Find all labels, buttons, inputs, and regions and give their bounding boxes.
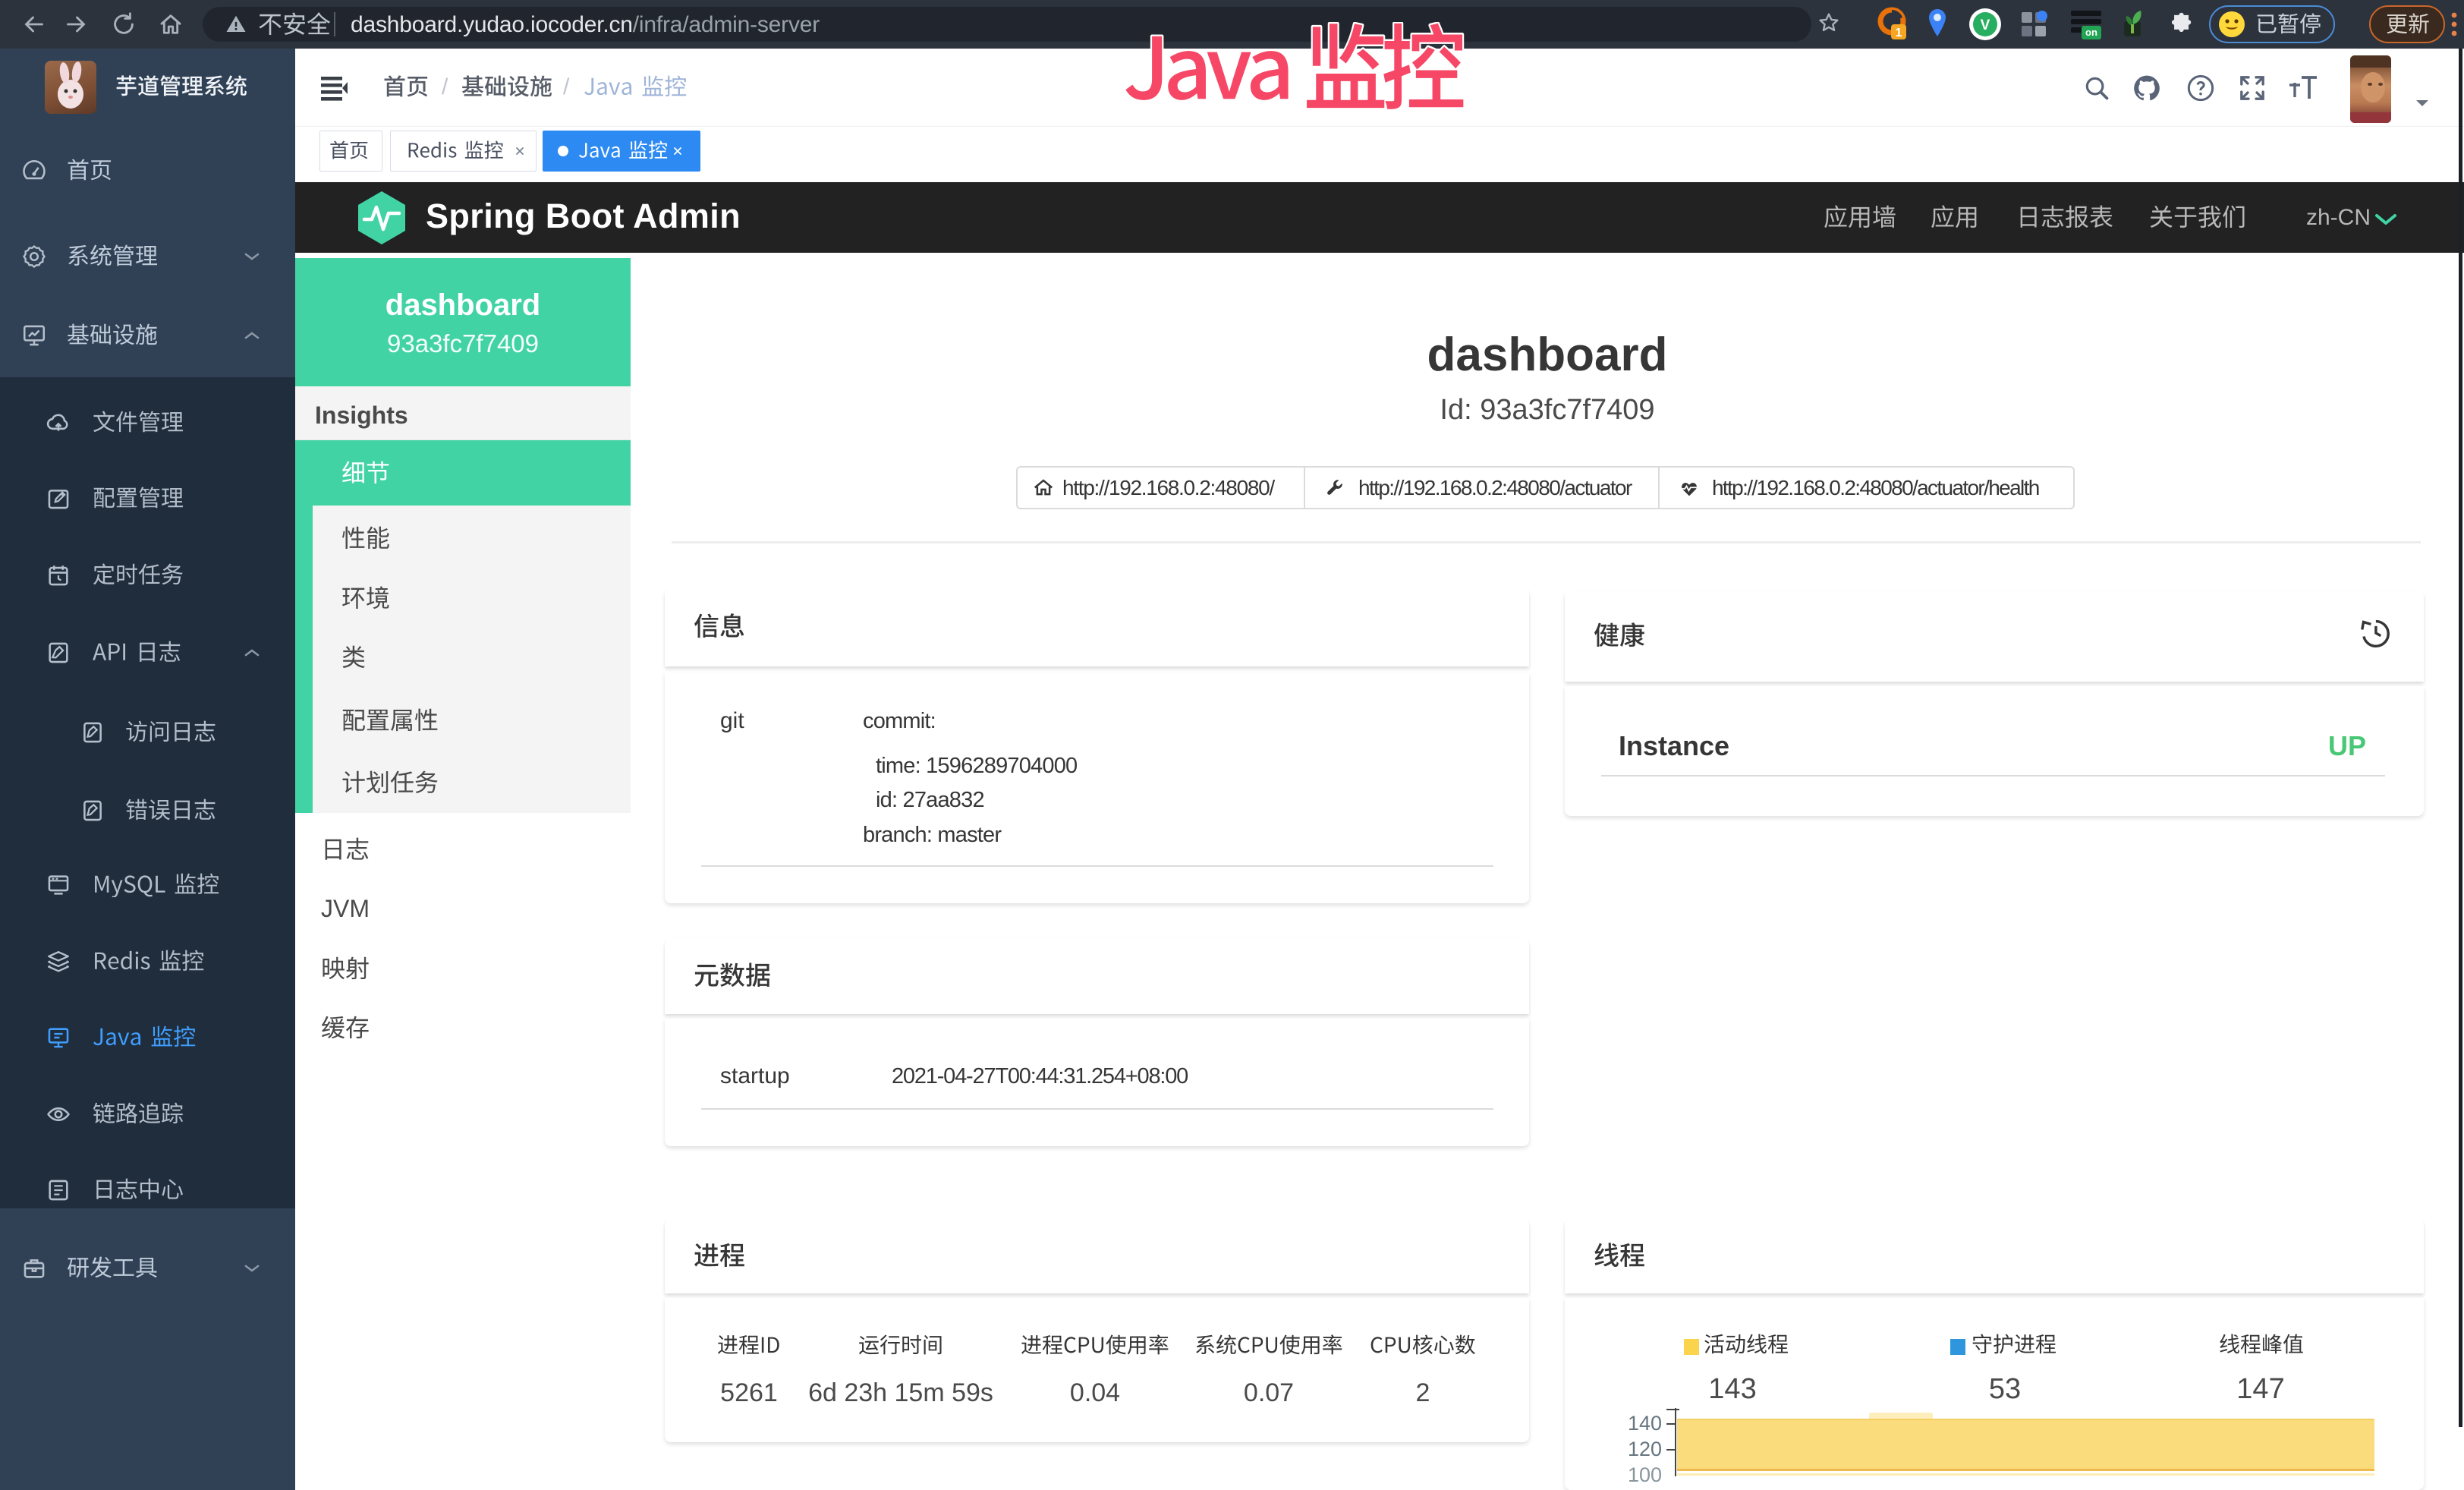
svg-text:V: V bbox=[1981, 17, 1990, 33]
svg-text:1: 1 bbox=[1896, 27, 1902, 39]
svg-text:on: on bbox=[2085, 27, 2097, 38]
